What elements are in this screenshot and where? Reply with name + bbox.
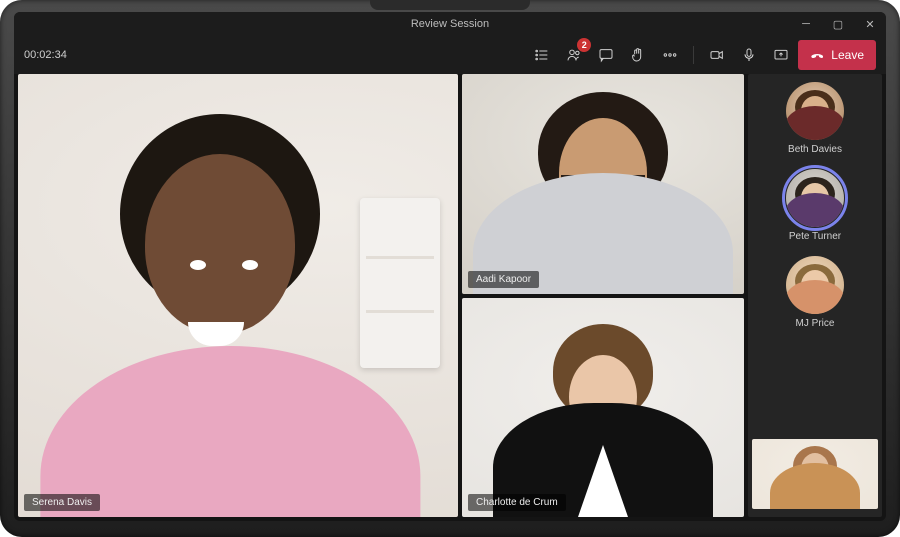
call-toolbar: 00:02:34 2 [14,36,886,74]
microphone-button[interactable] [734,40,764,70]
leave-button[interactable]: Leave [798,40,876,70]
participant-sidebar: Beth Davies Pete Turner MJ Price [748,74,882,517]
participant-name-label: Beth Davies [788,144,842,155]
window-titlebar: Review Session ─ ▢ ✕ [14,12,886,36]
device-frame: Review Session ─ ▢ ✕ 00:02:34 2 [0,0,900,537]
video-tile-main[interactable]: Serena Davis [18,74,458,517]
video-stage: Serena Davis Aadi Kapoor Charlotte de Cr… [14,74,886,521]
sidebar-participant[interactable]: Pete Turner [786,169,844,242]
share-screen-button[interactable] [766,40,796,70]
people-badge: 2 [577,38,591,52]
avatar [786,169,844,227]
chat-button[interactable] [591,40,621,70]
window-close-button[interactable]: ✕ [854,12,886,36]
toolbar-actions: 2 [527,40,876,70]
video-feed [462,74,744,294]
share-screen-icon [773,47,789,63]
camera-button[interactable] [702,40,732,70]
video-tile-secondary[interactable]: Aadi Kapoor [462,74,744,294]
microphone-icon [741,47,757,63]
participant-name-label: MJ Price [796,318,835,329]
chat-icon [598,47,614,63]
leave-button-label: Leave [831,48,864,62]
participant-name-label: Charlotte de Crum [468,494,566,511]
participant-name-label: Aadi Kapoor [468,271,539,288]
video-feed [752,439,878,509]
window-minimize-button[interactable]: ─ [790,12,822,36]
video-tile-secondary[interactable]: Charlotte de Crum [462,298,744,518]
hangup-icon [810,48,825,63]
video-feed [18,74,458,517]
self-video-thumbnail[interactable] [752,439,878,509]
sidebar-participant[interactable]: MJ Price [786,256,844,329]
window-controls: ─ ▢ ✕ [790,12,886,36]
raise-hand-button[interactable] [623,40,653,70]
window-title: Review Session [411,18,489,30]
participant-name-label: Serena Davis [24,494,100,511]
ellipsis-icon [662,47,678,63]
window-maximize-button[interactable]: ▢ [822,12,854,36]
more-actions-button[interactable] [655,40,685,70]
video-feed [462,298,744,518]
hand-icon [630,47,646,63]
sidebar-participant[interactable]: Beth Davies [786,82,844,155]
avatar [786,82,844,140]
participants-list-button[interactable] [527,40,557,70]
secondary-tiles-column: Aadi Kapoor Charlotte de Crum [462,74,744,517]
people-button[interactable]: 2 [559,40,589,70]
call-timer: 00:02:34 [24,49,67,61]
avatar [786,256,844,314]
toolbar-separator [693,46,694,64]
app-screen: Review Session ─ ▢ ✕ 00:02:34 2 [14,12,886,521]
list-icon [534,47,550,63]
participant-name-label: Pete Turner [789,231,841,242]
camera-icon [709,47,725,63]
